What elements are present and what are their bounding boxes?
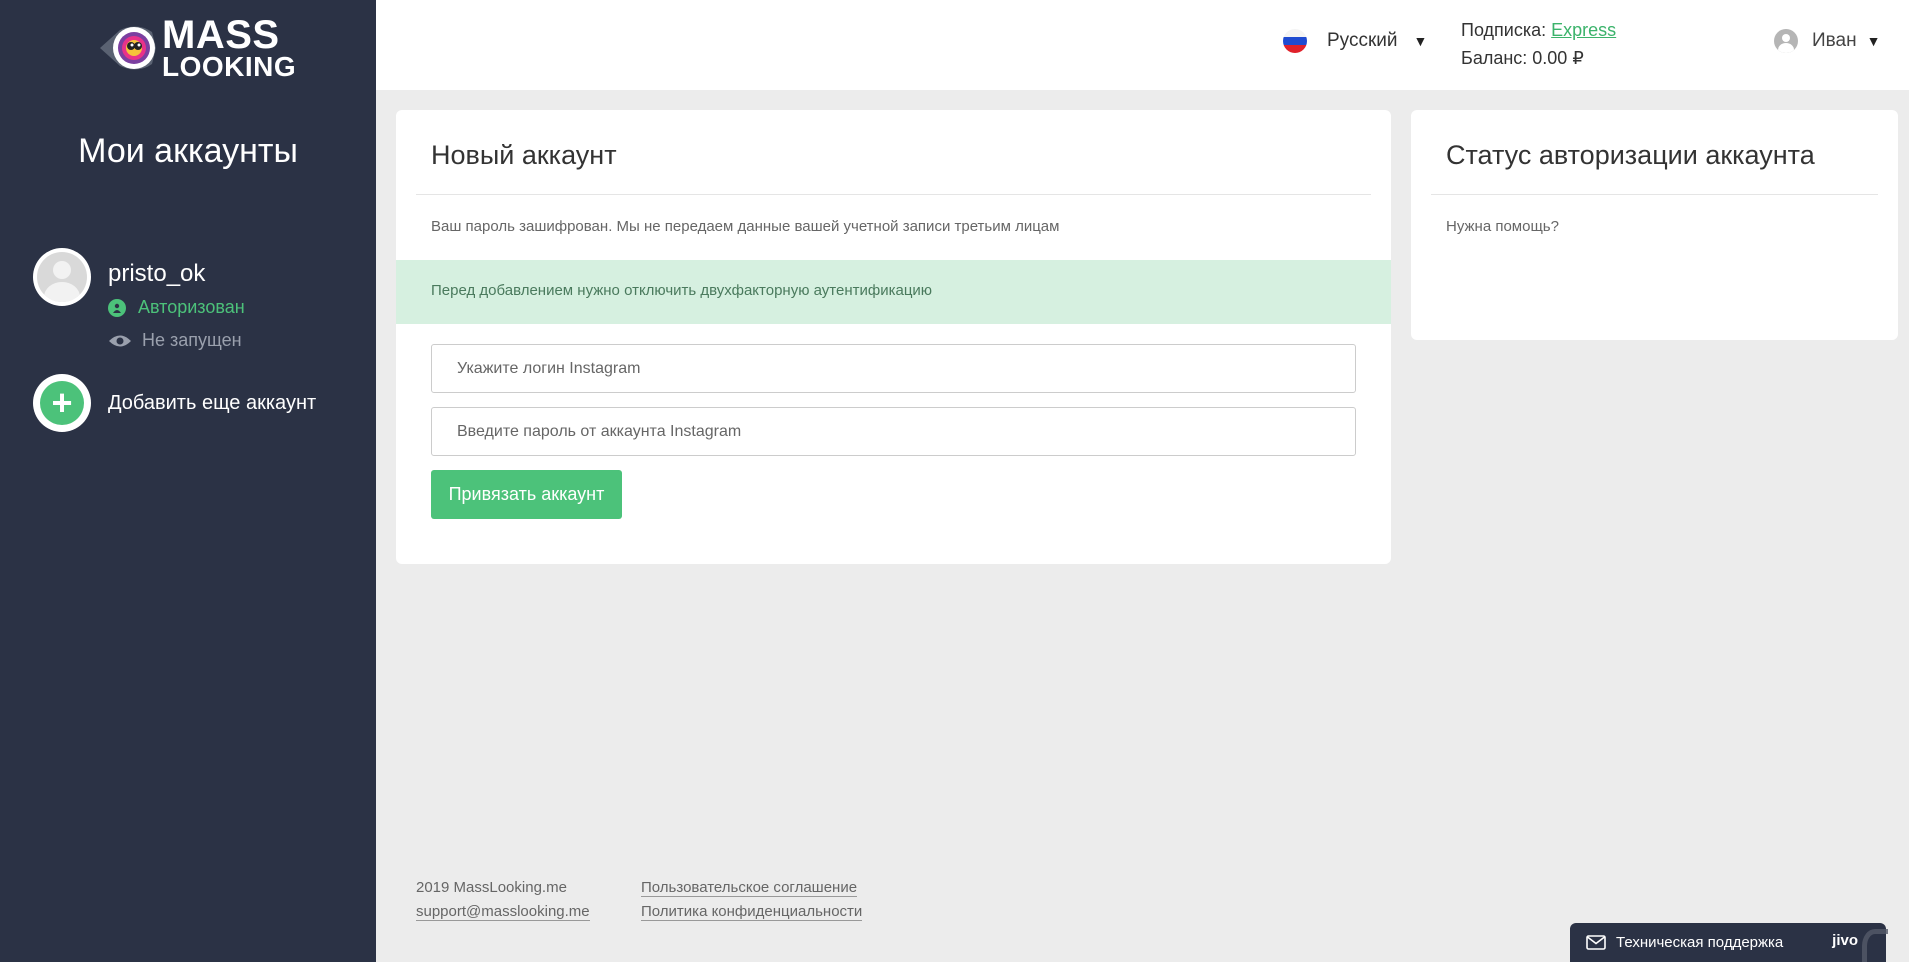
user-menu[interactable]: Иван ▼ (1774, 29, 1880, 53)
envelope-icon (1586, 935, 1606, 950)
top-header: Русский ▼ Подписка: Express Баланс: 0.00… (376, 0, 1909, 90)
add-account-label: Добавить еще аккаунт (108, 392, 317, 414)
support-label: Техническая поддержка (1616, 934, 1784, 951)
two-factor-alert: Перед добавлением нужно отключить двухфа… (396, 260, 1391, 324)
subscription-label: Подписка: (1461, 20, 1547, 40)
logo-line1: MASS (162, 13, 280, 57)
language-label: Русский (1327, 30, 1398, 51)
privacy-link[interactable]: Политика конфиденциальности (641, 903, 863, 921)
user-icon (1774, 29, 1798, 53)
new-account-card: Новый аккаунт Ваш пароль зашифрован. Мы … (396, 110, 1391, 564)
russia-flag-icon (1283, 29, 1307, 53)
new-account-title: Новый аккаунт (431, 140, 617, 170)
auth-status-title: Статус авторизации аккаунта (1446, 140, 1815, 170)
add-circle: + (33, 374, 91, 432)
terms-link[interactable]: Пользовательское соглашение (641, 879, 858, 897)
widget-corner-decoration (1862, 929, 1888, 962)
add-account-button[interactable]: + Добавить еще аккаунт (33, 374, 363, 434)
logo-line2: LOOKING (162, 51, 297, 82)
caret-down-icon: ▼ (1413, 33, 1428, 49)
subscription-plan-link[interactable]: Express (1551, 20, 1616, 40)
encryption-note: Ваш пароль зашифрован. Мы не передаем да… (431, 218, 1060, 235)
need-help-link[interactable]: Нужна помощь? (1446, 218, 1559, 235)
auth-status-card: Статус авторизации аккаунта Нужна помощь… (1411, 110, 1898, 340)
sidebar: MASS LOOKING Мои аккаунты pristo_ok Авто… (0, 0, 376, 962)
eye-icon (109, 335, 131, 346)
footer-left: 2019 MassLooking.me support@masslooking.… (416, 876, 590, 924)
account-item[interactable]: pristo_ok Авторизован Не запущен (33, 248, 363, 358)
user-name: Иван (1812, 30, 1857, 51)
support-email-link[interactable]: support@masslooking.me (416, 903, 590, 921)
user-check-icon (108, 298, 126, 317)
account-name: pristo_ok (108, 260, 206, 287)
copyright: 2019 MassLooking.me (416, 879, 567, 896)
support-chat-widget[interactable]: Техническая поддержка jivo (1570, 923, 1888, 962)
caret-down-icon: ▼ (1866, 33, 1881, 49)
jivo-brand: jivo (1832, 932, 1858, 949)
logo[interactable]: MASS LOOKING (98, 15, 296, 81)
instagram-login-input[interactable] (431, 344, 1356, 393)
account-run-state: Не запущен (108, 330, 242, 351)
plus-icon: + (40, 381, 84, 425)
avatar (33, 248, 91, 306)
logo-text: MASS LOOKING (162, 13, 297, 82)
language-selector[interactable]: Русский ▼ (1283, 29, 1427, 53)
account-status: Авторизован (108, 297, 245, 318)
link-account-button[interactable]: Привязать аккаунт (431, 470, 622, 519)
account-status-label: Авторизован (138, 297, 245, 317)
footer-right: Пользовательское соглашение Политика кон… (641, 876, 863, 924)
subscription-info: Подписка: Express Баланс: 0.00 ₽ (1461, 16, 1616, 72)
instagram-password-input[interactable] (431, 407, 1356, 456)
account-run-label: Не запущен (142, 330, 242, 350)
sidebar-title: Мои аккаунты (78, 132, 298, 170)
user-placeholder-icon (37, 252, 87, 302)
divider (416, 194, 1371, 195)
eye-logo-icon (100, 26, 156, 70)
divider (1431, 194, 1878, 195)
balance: Баланс: 0.00 ₽ (1461, 48, 1584, 68)
